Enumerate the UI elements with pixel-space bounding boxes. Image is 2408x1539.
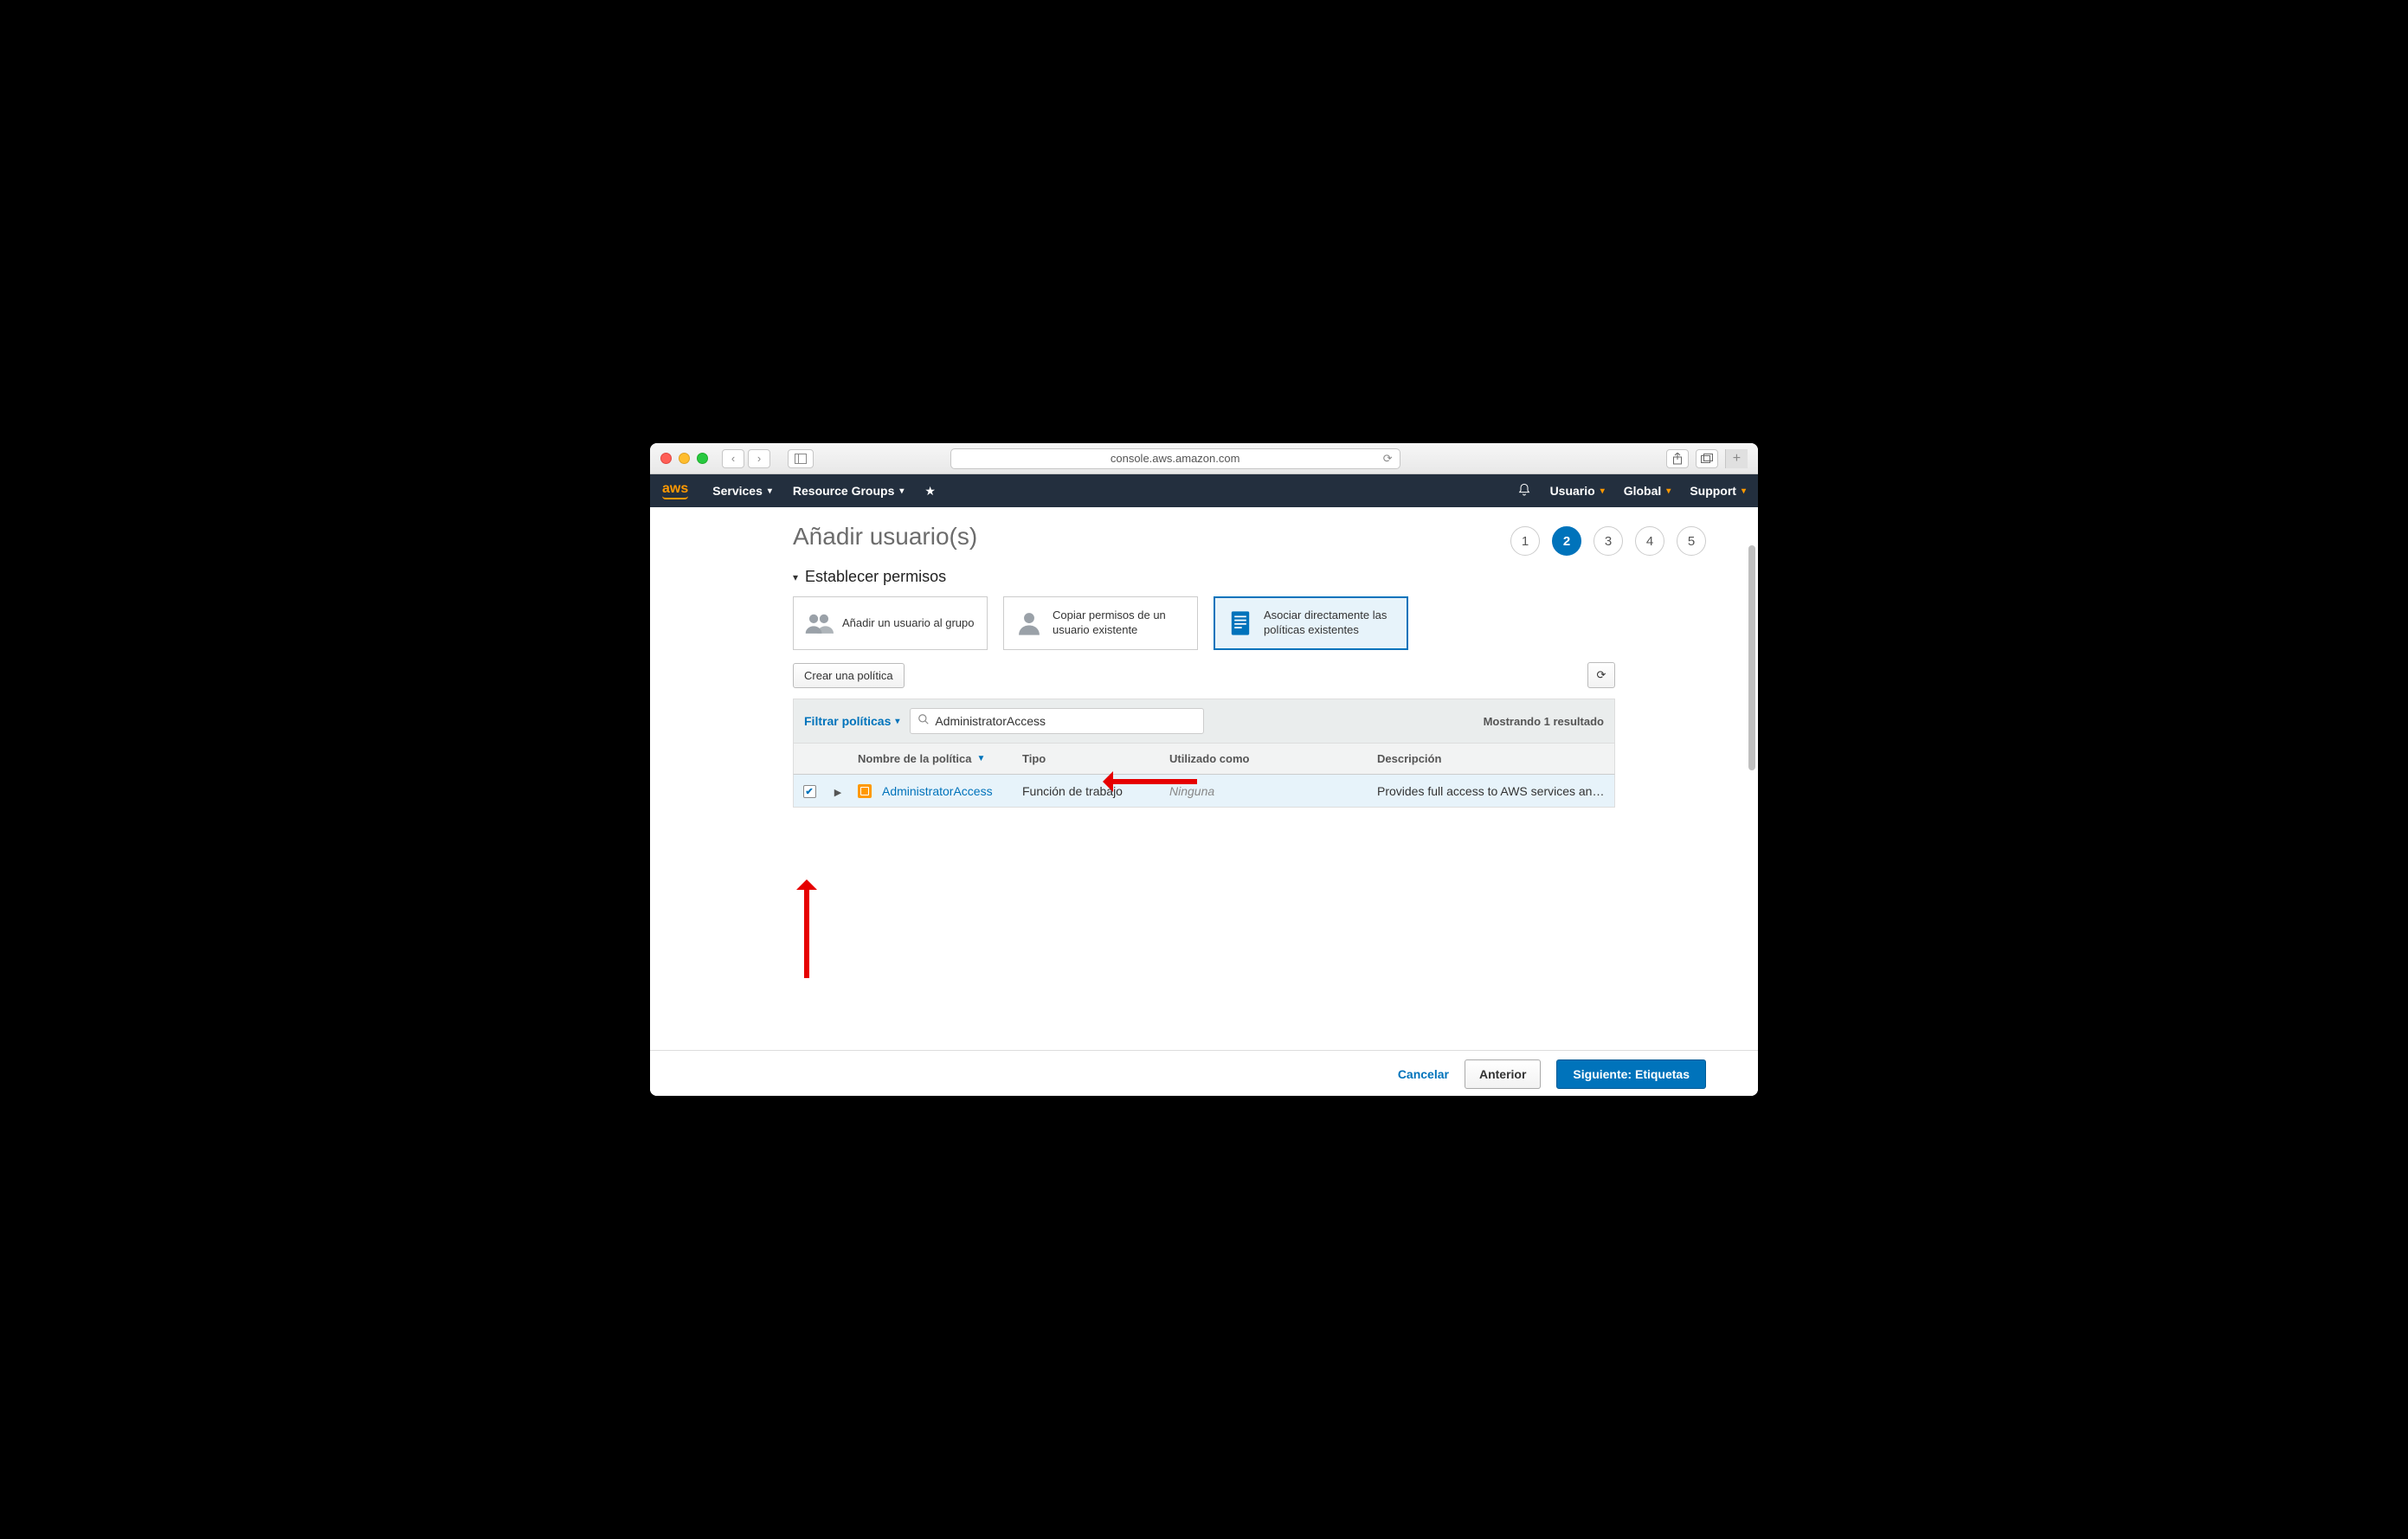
pin-icon[interactable]: ★ — [924, 484, 936, 499]
reload-icon[interactable]: ⟳ — [1383, 452, 1393, 466]
chevron-down-icon: ▾ — [1600, 486, 1605, 496]
next-button[interactable]: Siguiente: Etiquetas — [1556, 1059, 1706, 1089]
column-policy-name-label: Nombre de la política — [858, 752, 971, 765]
create-policy-button[interactable]: Crear una política — [793, 663, 905, 688]
step-3[interactable]: 3 — [1594, 526, 1623, 556]
scroll-thumb[interactable] — [1748, 545, 1755, 770]
expand-row-icon[interactable]: ▶ — [834, 788, 841, 798]
sort-desc-icon: ▼ — [976, 754, 985, 763]
chevron-down-icon: ▾ — [1666, 486, 1671, 496]
policy-description: Provides full access to AWS services an… — [1370, 776, 1614, 807]
policy-name-link[interactable]: AdministratorAccess — [882, 784, 993, 798]
new-tab-button[interactable]: + — [1725, 449, 1748, 468]
scrollbar[interactable] — [1748, 545, 1755, 1044]
policy-search-input[interactable] — [935, 714, 1196, 728]
back-button[interactable]: ‹ — [722, 449, 744, 468]
menu-region-label: Global — [1624, 484, 1662, 498]
group-icon — [804, 609, 834, 638]
forward-button[interactable]: › — [748, 449, 770, 468]
aws-header: aws Services ▾ Resource Groups ▾ ★ Usuar… — [650, 474, 1758, 507]
section-permissions-label: Establecer permisos — [805, 568, 946, 586]
annotation-arrow-checkbox — [804, 883, 809, 978]
user-icon — [1014, 609, 1044, 638]
column-description[interactable]: Descripción — [1370, 744, 1614, 774]
tabs-button[interactable] — [1696, 449, 1718, 468]
filter-bar: Filtrar políticas ▾ Mostrando 1 resultad… — [793, 699, 1615, 743]
result-count: Mostrando 1 resultado — [1484, 715, 1604, 728]
wizard-footer: Cancelar Anterior Siguiente: Etiquetas — [650, 1050, 1758, 1096]
maximize-window-button[interactable] — [697, 453, 708, 464]
step-4[interactable]: 4 — [1635, 526, 1664, 556]
menu-user-label: Usuario — [1550, 484, 1595, 498]
chevron-down-icon: ▾ — [1742, 486, 1746, 496]
address-text: console.aws.amazon.com — [1111, 452, 1240, 465]
menu-support[interactable]: Support ▾ — [1690, 484, 1746, 498]
card-add-to-group[interactable]: Añadir un usuario al grupo — [793, 596, 988, 650]
policy-checkbox[interactable] — [803, 785, 816, 798]
card-copy-permissions-label: Copiar permisos de un usuario existente — [1053, 609, 1187, 638]
notifications-icon[interactable] — [1517, 483, 1531, 499]
chevron-down-icon: ▾ — [899, 486, 904, 496]
address-bar[interactable]: console.aws.amazon.com ⟳ — [950, 448, 1400, 469]
section-permissions-header[interactable]: Establecer permisos — [793, 568, 1615, 586]
aws-logo[interactable]: aws — [662, 482, 688, 499]
step-5[interactable]: 5 — [1677, 526, 1706, 556]
share-button[interactable] — [1666, 449, 1689, 468]
titlebar: ‹ › console.aws.amazon.com ⟳ + — [650, 443, 1758, 474]
menu-support-label: Support — [1690, 484, 1736, 498]
menu-services-label: Services — [712, 484, 763, 498]
column-policy-name[interactable]: Nombre de la política ▼ — [851, 744, 1015, 774]
refresh-icon: ⟳ — [1597, 668, 1606, 682]
policy-search[interactable] — [910, 708, 1204, 734]
filter-policies-label: Filtrar políticas — [804, 714, 891, 728]
card-attach-policies[interactable]: Asociar directamente las políticas exist… — [1214, 596, 1408, 650]
card-copy-permissions[interactable]: Copiar permisos de un usuario existente — [1003, 596, 1198, 650]
previous-button[interactable]: Anterior — [1465, 1059, 1541, 1089]
menu-services[interactable]: Services ▾ — [712, 484, 772, 498]
column-type[interactable]: Tipo — [1015, 744, 1162, 774]
menu-resource-groups-label: Resource Groups — [793, 484, 894, 498]
search-icon — [917, 713, 930, 730]
column-used-as[interactable]: Utilizado como — [1162, 744, 1370, 774]
wizard-steps: 1 2 3 4 5 — [1510, 526, 1706, 556]
filter-policies-dropdown[interactable]: Filtrar políticas ▾ — [804, 714, 899, 728]
document-icon — [1226, 609, 1255, 638]
minimize-window-button[interactable] — [679, 453, 690, 464]
cancel-link[interactable]: Cancelar — [1398, 1067, 1449, 1081]
sidebar-toggle-button[interactable] — [788, 449, 814, 468]
window-controls — [660, 453, 708, 464]
menu-region[interactable]: Global ▾ — [1624, 484, 1671, 498]
annotation-arrow-search — [1106, 779, 1197, 784]
refresh-button[interactable]: ⟳ — [1587, 662, 1615, 688]
page-title: Añadir usuario(s) — [793, 523, 1615, 551]
policy-icon — [858, 784, 872, 798]
card-add-to-group-label: Añadir un usuario al grupo — [842, 616, 975, 631]
page-content: 1 2 3 4 5 Añadir usuario(s) Establecer p… — [650, 507, 1758, 1096]
browser-window: ‹ › console.aws.amazon.com ⟳ + aws Servi… — [650, 443, 1758, 1096]
card-attach-policies-label: Asociar directamente las políticas exist… — [1264, 609, 1396, 638]
table-row[interactable]: ▶ AdministratorAccess Función de trabajo… — [793, 775, 1615, 808]
chevron-down-icon: ▾ — [768, 486, 772, 496]
chevron-down-icon: ▾ — [895, 717, 899, 726]
menu-user[interactable]: Usuario ▾ — [1550, 484, 1605, 498]
table-header: Nombre de la política ▼ Tipo Utilizado c… — [793, 743, 1615, 775]
step-2[interactable]: 2 — [1552, 526, 1581, 556]
close-window-button[interactable] — [660, 453, 672, 464]
step-1[interactable]: 1 — [1510, 526, 1540, 556]
menu-resource-groups[interactable]: Resource Groups ▾ — [793, 484, 905, 498]
